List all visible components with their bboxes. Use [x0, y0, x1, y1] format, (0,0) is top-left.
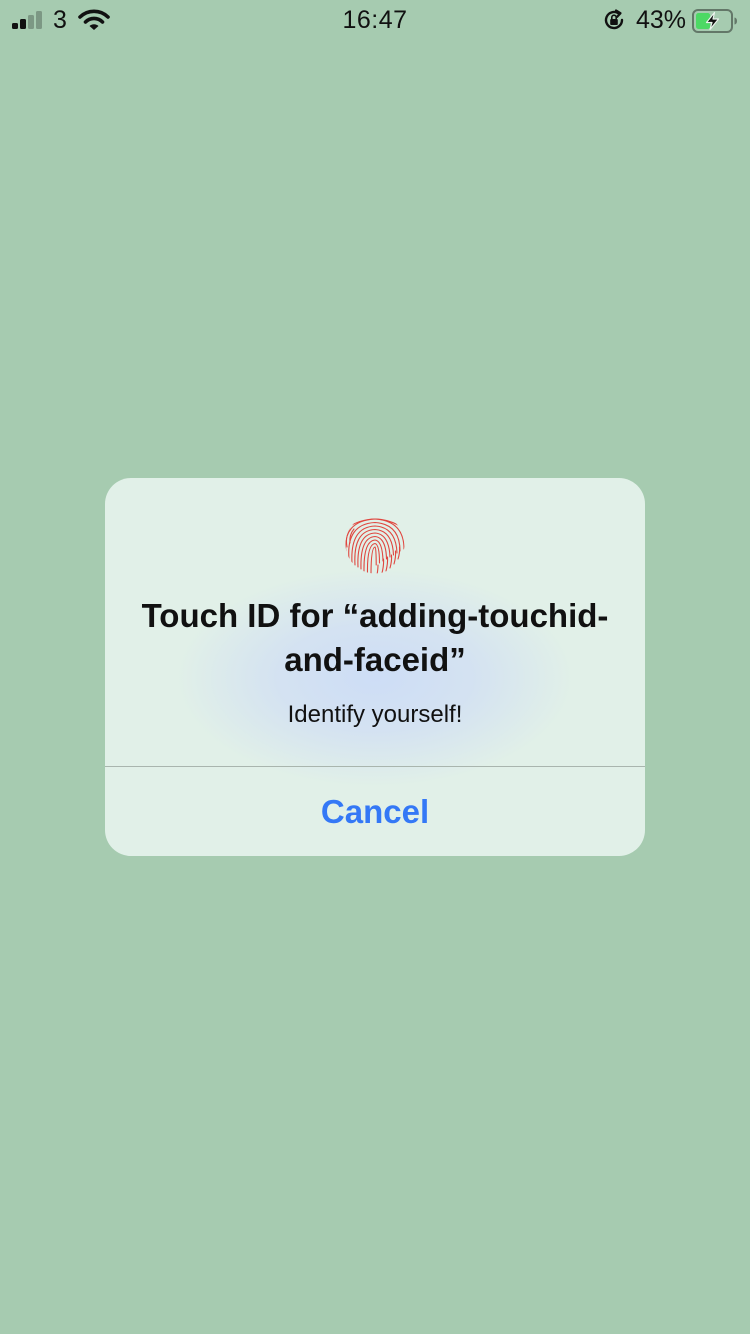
- cancel-button[interactable]: Cancel: [105, 767, 645, 856]
- battery-percent: 43%: [636, 6, 687, 34]
- battery-charging-icon: [692, 9, 737, 33]
- alert-title: Touch ID for “adding-touchid- and-faceid…: [141, 597, 609, 678]
- orientation-lock-icon: [604, 9, 624, 30]
- fingerprint-icon: [345, 514, 405, 574]
- touch-id-alert: Touch ID for “adding-touchid- and-faceid…: [105, 478, 645, 856]
- status-bar: 3 16:47 43%: [0, 0, 750, 40]
- alert-message: Identify yourself!: [287, 701, 463, 728]
